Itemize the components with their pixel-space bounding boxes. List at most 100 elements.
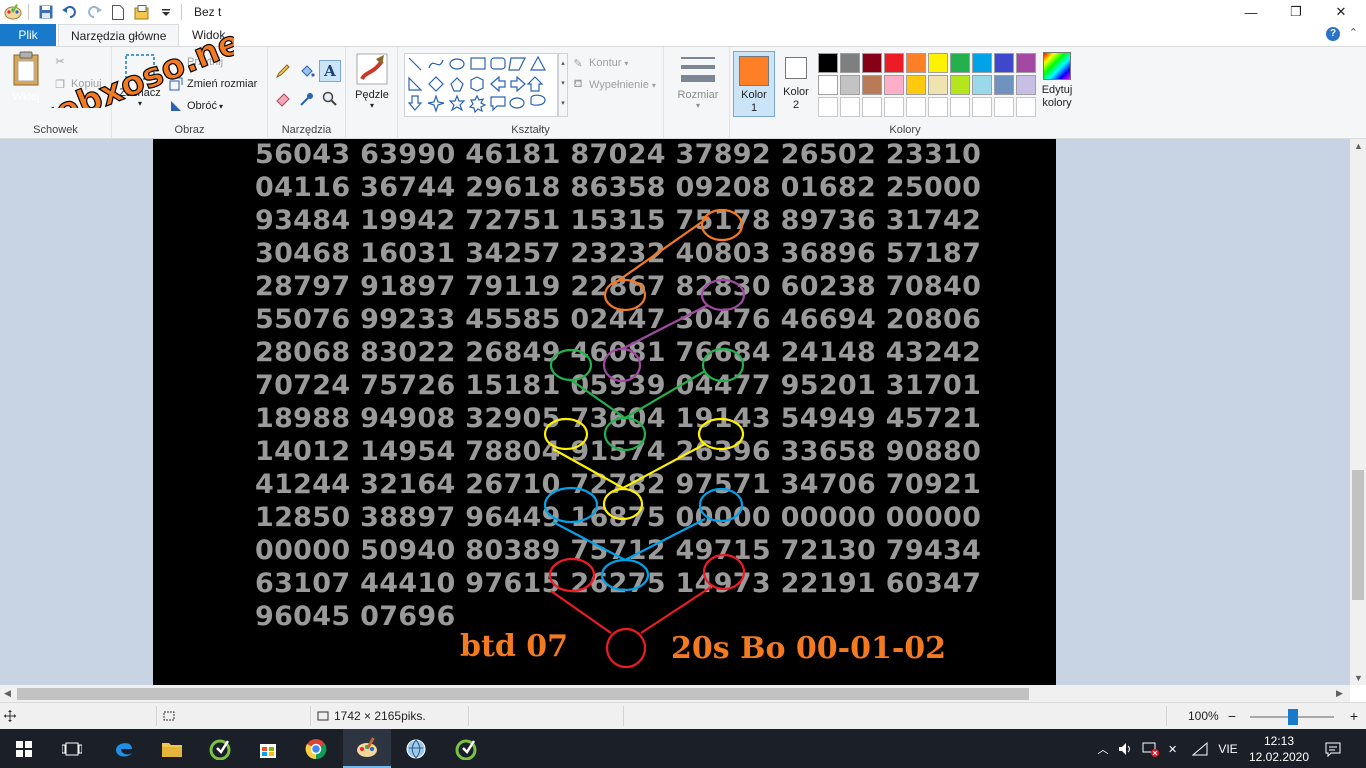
paint-app-icon[interactable] xyxy=(2,1,24,23)
custom-color-slot[interactable] xyxy=(884,97,904,117)
custom-color-slot[interactable] xyxy=(906,97,926,117)
maximize-button[interactable]: ❐ xyxy=(1273,0,1319,24)
start-button[interactable] xyxy=(0,729,48,768)
custom-color-slot[interactable] xyxy=(950,97,970,117)
scroll-down-icon[interactable]: ▼ xyxy=(1354,673,1363,683)
color-picker-tool[interactable] xyxy=(296,88,318,110)
copy-button[interactable]: ❐ Kopiuj xyxy=(52,74,102,94)
palette-color[interactable] xyxy=(862,53,882,73)
customize-quick-access-icon[interactable] xyxy=(155,1,177,23)
taskbar-edge[interactable] xyxy=(100,729,148,768)
palette-color[interactable] xyxy=(928,75,948,95)
palette-color[interactable] xyxy=(840,53,860,73)
canvas-workspace[interactable]: 56043 63990 46181 87024 37892 26502 2331… xyxy=(0,139,1350,685)
magnifier-tool[interactable] xyxy=(319,88,341,110)
palette-color[interactable] xyxy=(994,53,1014,73)
save-icon[interactable] xyxy=(35,1,57,23)
palette-color[interactable] xyxy=(906,75,926,95)
custom-color-slot[interactable] xyxy=(1016,97,1036,117)
tab-home[interactable]: Narzędzia główne xyxy=(58,24,180,46)
palette-color[interactable] xyxy=(1016,75,1036,95)
input-method-icon[interactable]: ✕ xyxy=(1164,729,1186,768)
palette-color[interactable] xyxy=(950,75,970,95)
eraser-tool[interactable] xyxy=(272,88,294,110)
vertical-scrollbar[interactable]: ▲ ▼ xyxy=(1350,139,1366,685)
taskbar-app-globe[interactable] xyxy=(392,729,440,768)
palette-color[interactable] xyxy=(840,75,860,95)
new-file-icon[interactable] xyxy=(107,1,129,23)
scroll-right-icon[interactable]: ▶ xyxy=(1336,688,1343,699)
volume-icon[interactable] xyxy=(1116,729,1136,768)
close-button[interactable]: ✕ xyxy=(1318,0,1364,24)
taskbar-chrome[interactable] xyxy=(292,729,340,768)
brushes-button[interactable]: Pędzle ▾ xyxy=(352,53,392,110)
tray-overflow-icon[interactable]: ︿ xyxy=(1094,729,1112,768)
palette-color[interactable] xyxy=(884,75,904,95)
taskbar-app-green[interactable] xyxy=(196,729,244,768)
crop-button[interactable]: ⌗ Przytnij xyxy=(168,52,223,72)
tab-view[interactable]: Widok xyxy=(180,24,237,46)
palette-color[interactable] xyxy=(950,53,970,73)
color2-button[interactable]: Kolor 2 xyxy=(777,52,815,112)
taskbar-store[interactable] xyxy=(244,729,292,768)
help-icon[interactable]: ? xyxy=(1326,27,1340,41)
taskbar-app-green-2[interactable] xyxy=(442,729,490,768)
palette-color[interactable] xyxy=(972,53,992,73)
zoom-slider-thumb[interactable] xyxy=(1288,709,1298,725)
vertical-scroll-thumb[interactable] xyxy=(1352,470,1364,600)
text-tool[interactable]: A xyxy=(319,60,341,82)
custom-color-slot[interactable] xyxy=(840,97,860,117)
palette-color[interactable] xyxy=(972,75,992,95)
language-indicator[interactable]: VIE xyxy=(1214,729,1242,768)
custom-color-slot[interactable] xyxy=(818,97,838,117)
minimize-button[interactable]: — xyxy=(1228,0,1274,24)
custom-color-slot[interactable] xyxy=(862,97,882,117)
horizontal-scroll-thumb[interactable] xyxy=(17,688,1029,700)
fill-icon: ⛾ xyxy=(573,78,583,90)
clock[interactable]: 12:13 12.02.2020 xyxy=(1246,729,1312,768)
palette-color[interactable] xyxy=(994,75,1014,95)
custom-color-slot[interactable] xyxy=(928,97,948,117)
zoom-in-button[interactable]: + xyxy=(1346,703,1362,729)
zoom-out-button[interactable]: − xyxy=(1224,703,1240,729)
shapes-gallery[interactable] xyxy=(404,53,558,117)
action-center-icon[interactable] xyxy=(1320,729,1346,768)
pencil-tool[interactable] xyxy=(272,60,294,82)
resize-label: Zmień rozmiar xyxy=(187,78,258,90)
palette-color[interactable] xyxy=(818,53,838,73)
image-canvas[interactable]: 56043 63990 46181 87024 37892 26502 2331… xyxy=(153,139,1056,685)
redo-icon[interactable] xyxy=(83,1,105,23)
palette-color[interactable] xyxy=(818,75,838,95)
tab-file[interactable]: Plik xyxy=(0,24,56,46)
scroll-up-icon[interactable]: ▲ xyxy=(1354,141,1363,151)
resize-button[interactable]: Zmień rozmiar xyxy=(168,74,257,94)
outline-button[interactable]: ✎ Kontur ▾ xyxy=(570,53,628,73)
taskbar-file-explorer[interactable] xyxy=(148,729,196,768)
palette-color[interactable] xyxy=(862,75,882,95)
rotate-button[interactable]: Obróć ▾ xyxy=(168,96,223,116)
palette-color[interactable] xyxy=(884,53,904,73)
custom-color-slot[interactable] xyxy=(972,97,992,117)
select-button[interactable]: Zaznacz ▾ xyxy=(116,53,164,108)
custom-color-slot[interactable] xyxy=(994,97,1014,117)
network-error-icon[interactable] xyxy=(1140,729,1162,768)
edit-colors-button[interactable]: Edytuj kolory xyxy=(1035,52,1079,110)
cut-button[interactable]: ✂ Wytnij xyxy=(52,51,100,71)
fill-button[interactable]: ⛾ Wypełnienie ▾ xyxy=(570,75,656,95)
fill-tool[interactable] xyxy=(296,60,318,82)
taskbar-paint[interactable] xyxy=(343,729,391,768)
palette-color[interactable] xyxy=(1016,53,1036,73)
wifi-icon[interactable] xyxy=(1190,729,1210,768)
task-view-button[interactable] xyxy=(48,729,96,768)
palette-color[interactable] xyxy=(906,53,926,73)
palette-color[interactable] xyxy=(928,53,948,73)
shapes-gallery-scroll[interactable]: ▴ ▾ ▾ xyxy=(558,53,568,117)
undo-icon[interactable] xyxy=(59,1,81,23)
size-button[interactable]: Rozmiar ▾ xyxy=(674,55,722,110)
scroll-left-icon[interactable]: ◀ xyxy=(4,688,11,699)
paste-button[interactable]: Wklej xyxy=(4,51,48,103)
collapse-ribbon-icon[interactable]: ⌃ xyxy=(1349,26,1358,39)
clock-time: 12:13 xyxy=(1263,733,1295,748)
color1-button[interactable]: Kolor 1 xyxy=(733,51,775,117)
open-file-icon[interactable] xyxy=(131,1,153,23)
